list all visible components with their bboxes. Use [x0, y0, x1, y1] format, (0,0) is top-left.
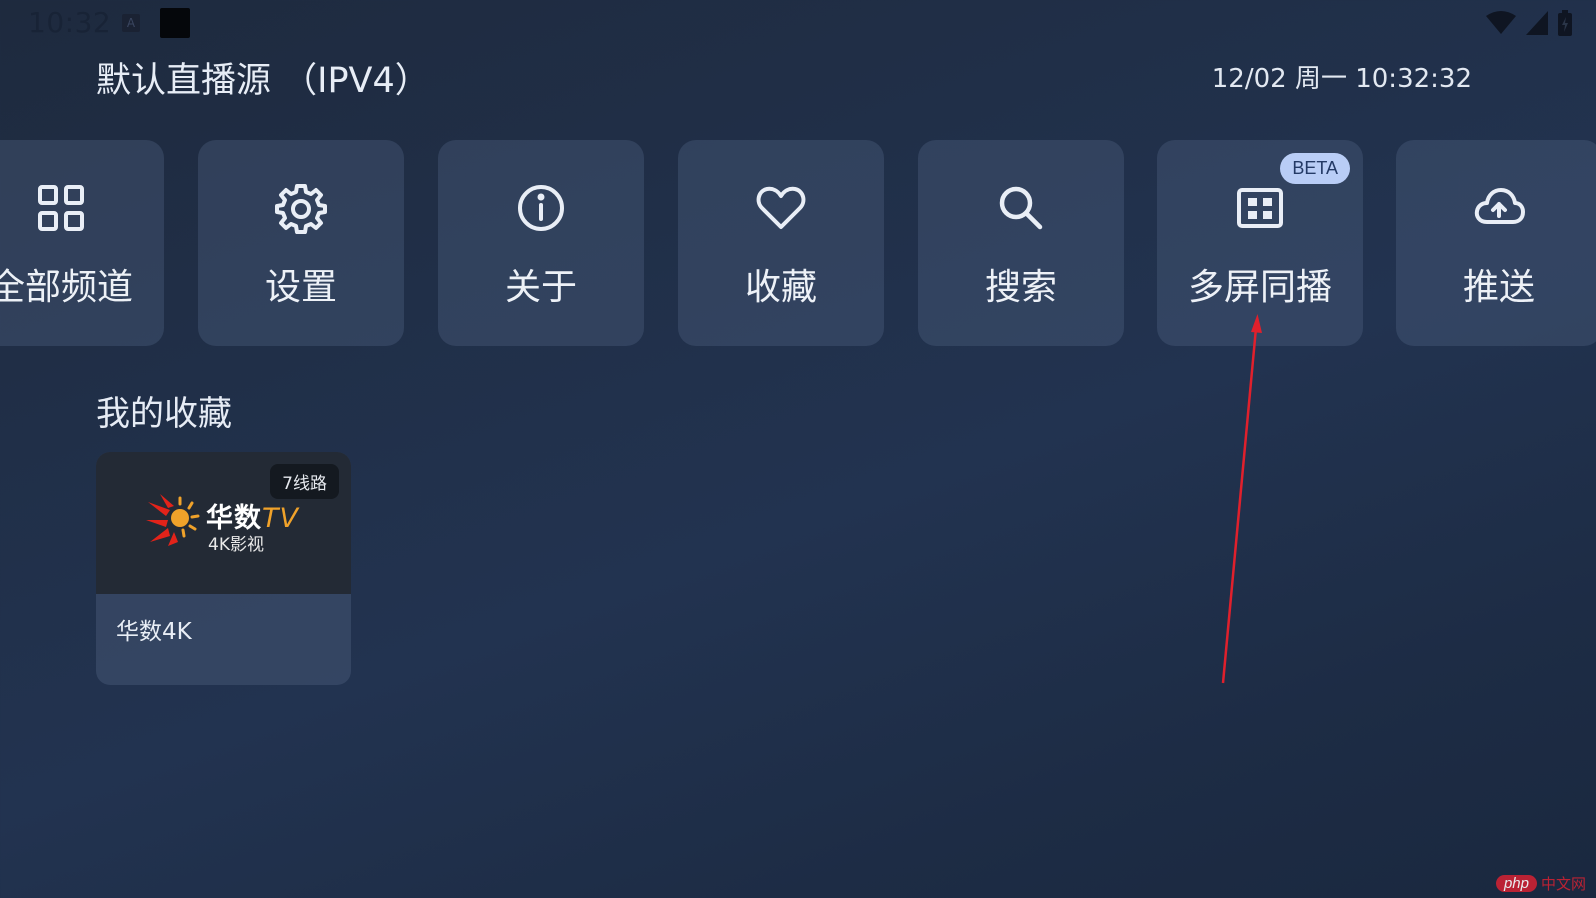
battery-icon [1558, 10, 1572, 36]
tile-favorites[interactable]: 收藏 [678, 140, 884, 346]
tile-label: 多屏同播 [1187, 267, 1332, 308]
black-square-icon [160, 8, 190, 38]
annotation-arrow [1221, 314, 1262, 684]
tile-settings[interactable]: 设置 [198, 140, 404, 346]
favorites-title: 我的收藏 [96, 394, 232, 434]
tile-label: 收藏 [744, 267, 817, 308]
tile-search[interactable]: 搜索 [918, 140, 1124, 346]
status-icons [1486, 10, 1572, 36]
wifi-icon [1486, 11, 1516, 34]
tile-label: 设置 [264, 267, 337, 308]
datetime-display: 12/02 周一 10:32:32 [1211, 64, 1472, 94]
multiscreen-icon [1237, 188, 1283, 228]
channel-name: 华数4K [116, 619, 192, 645]
huashu-logo-icon [146, 494, 200, 546]
page-title: 默认直播源 （IPV4） [96, 61, 430, 101]
watermark-php: php [1495, 875, 1537, 892]
grid-icon [38, 185, 84, 231]
info-icon [518, 185, 564, 231]
heart-icon [756, 186, 806, 229]
beta-badge: BETA [1280, 153, 1350, 184]
watermark-site: 中文网 [1540, 875, 1586, 893]
logo-subtitle: 4K影视 [208, 535, 264, 555]
tile-multiscreen[interactable]: 多屏同播 BETA [1157, 140, 1363, 346]
search-icon [999, 186, 1043, 230]
tile-label: 关于 [504, 267, 577, 308]
watermark: php 中文网 [1495, 873, 1586, 894]
tile-all-channels[interactable]: 全部频道 [0, 140, 164, 346]
tile-push[interactable]: 推送 [1396, 140, 1596, 346]
status-bar: 10:32 A [0, 0, 1596, 46]
cloud-upload-icon [1474, 188, 1525, 224]
channel-thumbnail: 7线路 华数TV 4K影视 [96, 452, 351, 594]
signal-icon [1526, 11, 1548, 35]
favorite-channel-card[interactable]: 7线路 华数TV 4K影视 华数4K [96, 452, 351, 685]
gear-icon [275, 184, 327, 234]
tile-about[interactable]: 关于 [438, 140, 644, 346]
a-box-icon: A [122, 14, 140, 32]
tile-label: 搜索 [984, 267, 1057, 308]
tile-label: 推送 [1462, 267, 1535, 308]
tile-label: 全部频道 [0, 267, 133, 308]
line-count-badge: 7线路 [270, 464, 339, 499]
status-time: 10:32 [28, 6, 112, 39]
